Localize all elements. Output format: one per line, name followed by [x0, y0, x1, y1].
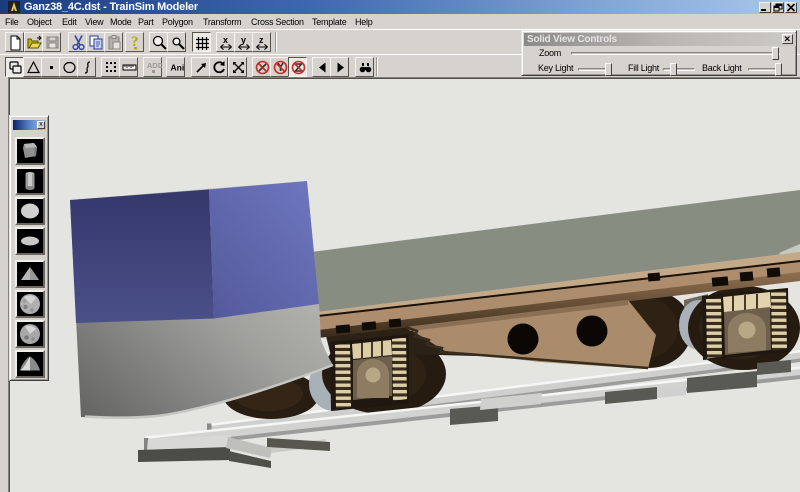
svg-text:y: y [241, 35, 246, 45]
svg-text:x: x [223, 35, 228, 45]
svg-text:z: z [259, 35, 264, 45]
svg-text:ADD: ADD [147, 61, 162, 70]
svg-text:Ani: Ani [171, 63, 185, 73]
